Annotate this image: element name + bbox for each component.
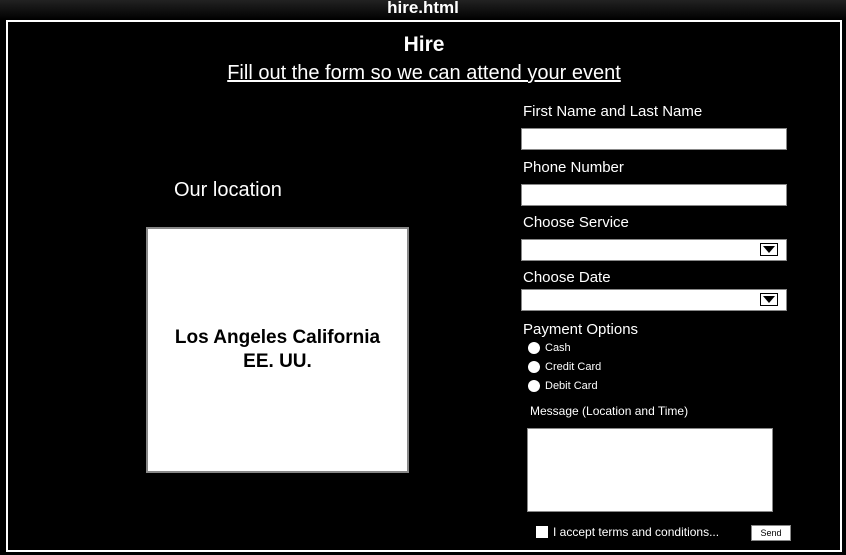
payment-option-label: Debit Card [545,380,598,392]
date-select[interactable] [521,289,787,311]
location-map[interactable]: Los Angeles California EE. UU. [146,227,409,473]
payment-label: Payment Options [523,321,639,338]
radio-button[interactable] [528,380,540,392]
name-field[interactable] [521,128,787,150]
map-address: Los Angeles California EE. UU. [175,326,380,374]
page-frame: Hire Fill out the form so we can attend … [6,20,842,552]
phone-field[interactable] [521,184,787,206]
window-title: hire.html [0,0,846,20]
message-textarea[interactable] [527,428,773,512]
chevron-down-icon[interactable] [760,293,778,306]
radio-button[interactable] [528,361,540,373]
chevron-down-icon[interactable] [760,243,778,256]
page-subtitle: Fill out the form so we can attend your … [227,62,621,84]
message-label: Message (Location and Time) [530,404,689,418]
service-select[interactable] [521,239,787,261]
payment-option-debit-card[interactable]: Debit Card [528,379,598,393]
terms-label: I accept terms and conditions... [553,525,720,539]
phone-label: Phone Number [523,159,624,176]
payment-option-cash[interactable]: Cash [528,341,571,355]
service-label: Choose Service [523,214,629,231]
location-heading: Our location [174,179,282,201]
date-label: Choose Date [523,269,611,286]
terms-row[interactable]: I accept terms and conditions... [536,525,719,539]
send-button[interactable]: Send [751,525,791,541]
payment-option-label: Cash [545,342,571,354]
map-address-line1: Los Angeles California [174,327,381,348]
map-address-line2: EE. UU. [243,351,312,372]
terms-checkbox[interactable] [536,526,548,538]
payment-option-label: Credit Card [545,361,602,373]
name-label: First Name and Last Name [523,103,703,120]
page-title: Hire [403,33,445,56]
payment-option-credit-card[interactable]: Credit Card [528,360,601,374]
radio-button[interactable] [528,342,540,354]
